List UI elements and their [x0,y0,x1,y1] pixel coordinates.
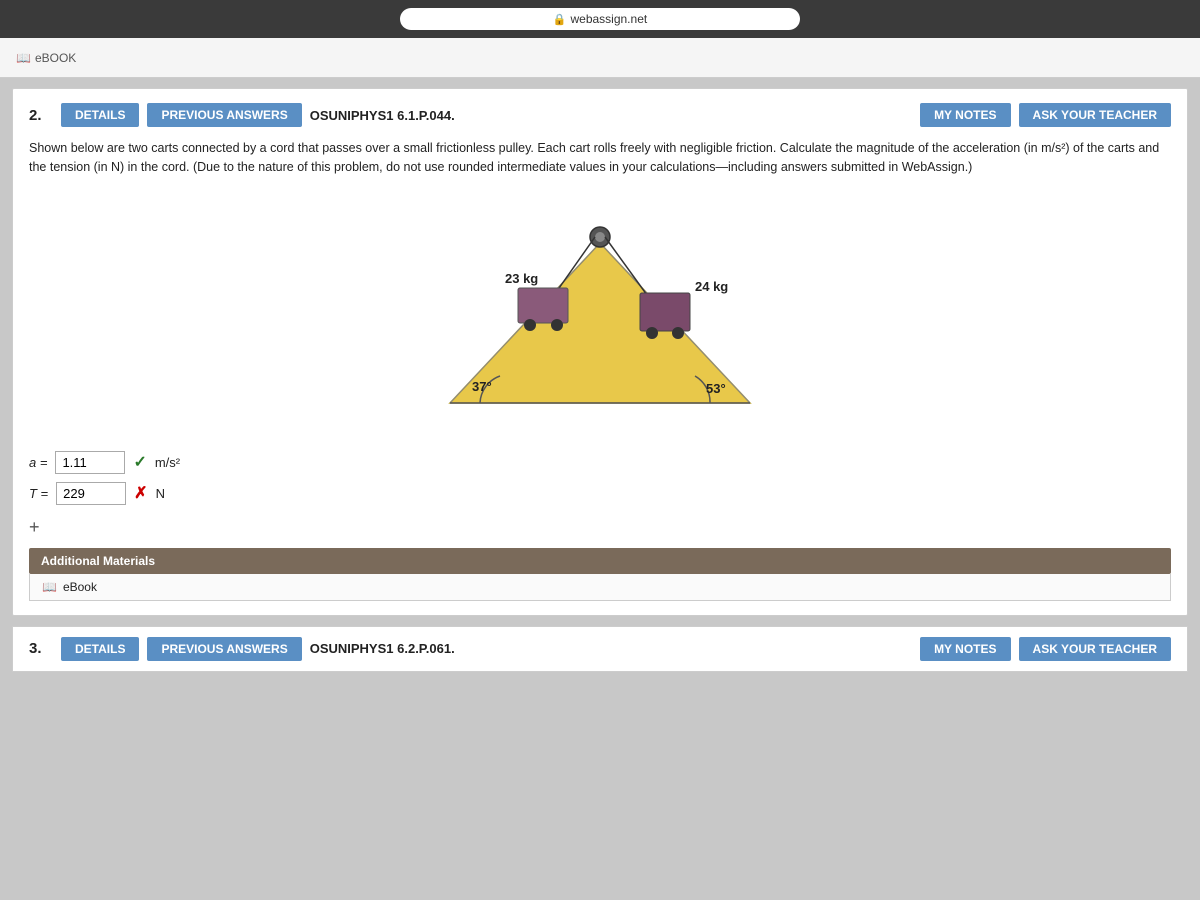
my-notes-button-q3[interactable]: MY NOTES [920,637,1010,661]
problem-id-q3: OSUNIPHYS1 6.2.P.061. [310,641,912,656]
answer-T-cross-icon: ✗ [134,483,147,503]
question-3-number: 3. [29,640,49,657]
answer-a-check-icon: ✓ [133,452,146,472]
prev-answers-button-q2[interactable]: PREVIOUS ANSWERS [147,103,301,127]
browser-bar: 🔒 webassign.net [0,0,1200,38]
answer-a-input[interactable] [55,451,125,474]
physics-diagram: 23 kg 24 kg 37° 53° [390,193,810,433]
ebook-top-bar: 📖 eBOOK [0,38,1200,78]
answer-row-a: a = ✓ m/s² [29,451,1171,474]
my-notes-button-q2[interactable]: MY NOTES [920,103,1010,127]
ask-teacher-button-q2[interactable]: ASK YOUR TEACHER [1019,103,1171,127]
ask-teacher-button-q3[interactable]: ASK YOUR TEACHER [1019,637,1171,661]
svg-text:53°: 53° [706,381,726,396]
lock-icon: 🔒 [553,13,567,26]
url-text: webassign.net [570,12,647,26]
ebook-row-icon: 📖 [42,580,57,594]
question-2-container: 2. DETAILS PREVIOUS ANSWERS OSUNIPHYS1 6… [12,88,1188,616]
mass-left-label: 23 kg [505,271,538,286]
answer-T-unit: N [156,486,165,501]
question-2-header: 2. DETAILS PREVIOUS ANSWERS OSUNIPHYS1 6… [29,103,1171,127]
svg-text:37°: 37° [472,379,492,394]
ebook-top-label: eBOOK [35,51,76,65]
details-button-q3[interactable]: DETAILS [61,637,139,661]
question-2-number: 2. [29,107,49,124]
answer-a-unit: m/s² [155,455,180,470]
ebook-icon: 📖 [16,51,31,65]
answer-T-input[interactable] [56,482,126,505]
answer-a-label: a = [29,455,47,470]
answer-T-label: T = [29,486,48,501]
details-button-q2[interactable]: DETAILS [61,103,139,127]
ebook-row-label: eBook [63,580,97,594]
answer-row-T: T = ✗ N [29,482,1171,505]
problem-text-q2: Shown below are two carts connected by a… [29,139,1171,177]
prev-answers-button-q3[interactable]: PREVIOUS ANSWERS [147,637,301,661]
diagram-container: 23 kg 24 kg 37° 53° [29,193,1171,433]
ebook-top-link[interactable]: 📖 eBOOK [16,51,76,65]
mass-right-label: 24 kg [695,279,728,294]
additional-materials-label: Additional Materials [29,548,1171,574]
url-bar: 🔒 webassign.net [400,8,800,30]
ebook-row[interactable]: 📖 eBook [29,574,1171,601]
problem-id-q2: OSUNIPHYS1 6.1.P.044. [310,108,912,123]
plus-button[interactable]: + [29,517,40,538]
question-3-container: 3. DETAILS PREVIOUS ANSWERS OSUNIPHYS1 6… [12,626,1188,672]
